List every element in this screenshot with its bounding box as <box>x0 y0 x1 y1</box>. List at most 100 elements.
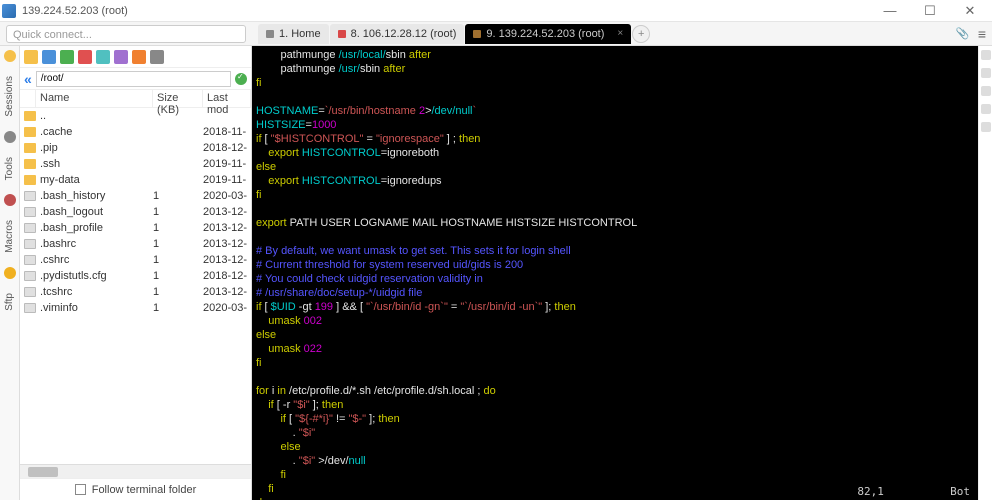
download-icon[interactable] <box>60 50 74 64</box>
tools-icon[interactable] <box>4 131 16 143</box>
sidetab-macros[interactable]: Macros <box>4 216 15 257</box>
file-date: 2020-03- <box>203 302 251 314</box>
folder-icon <box>24 127 36 137</box>
file-list[interactable]: ...cache2018-11-.pip2018-12-.ssh2019-11-… <box>20 108 251 464</box>
col-name[interactable]: Name <box>36 90 153 107</box>
tab-home[interactable]: 1. Home <box>258 24 329 44</box>
horizontal-scrollbar[interactable] <box>20 464 251 478</box>
edge-icon[interactable] <box>981 86 991 96</box>
edge-icon[interactable] <box>981 68 991 78</box>
file-name: .tcshrc <box>40 286 153 298</box>
file-row[interactable]: .ssh 2019-11- <box>20 156 251 172</box>
file-name: .ssh <box>40 158 153 170</box>
star-icon[interactable] <box>4 50 16 62</box>
file-name: .cache <box>40 126 153 138</box>
tab-close-icon[interactable]: × <box>617 28 623 39</box>
tab-session-8[interactable]: 8. 106.12.28.12 (root) <box>330 24 465 44</box>
scrollbar-thumb[interactable] <box>28 467 58 477</box>
file-row[interactable]: my-data2019-11- <box>20 172 251 188</box>
folder-icon <box>24 175 36 185</box>
file-icon <box>24 287 36 297</box>
file-name: .bash_profile <box>40 222 153 234</box>
new-tab-button[interactable]: + <box>632 25 650 43</box>
file-date: 2013-12- <box>203 222 251 234</box>
file-name: .bashrc <box>40 238 153 250</box>
file-size: 1 <box>153 254 203 266</box>
file-row[interactable]: .viminfo12020-03- <box>20 300 251 316</box>
file-name: .pip <box>40 142 153 154</box>
sftp-icon[interactable] <box>4 267 16 279</box>
sidetab-sftp[interactable]: Sftp <box>4 289 15 315</box>
file-row[interactable]: .bash_logout12013-12- <box>20 204 251 220</box>
file-date: 2018-11- <box>203 126 251 138</box>
file-row[interactable]: .bashrc12013-12- <box>20 236 251 252</box>
vim-status: 82,1 Bot <box>857 485 970 499</box>
sidetab-sessions[interactable]: Sessions <box>4 72 15 121</box>
file-row[interactable]: .cshrc12013-12- <box>20 252 251 268</box>
side-tool-tabs: Sessions Tools Macros Sftp <box>0 46 20 500</box>
edit-icon[interactable] <box>132 50 146 64</box>
delete-icon[interactable] <box>78 50 92 64</box>
col-size[interactable]: Size (KB) <box>153 90 203 107</box>
file-row[interactable]: .bash_history12020-03- <box>20 188 251 204</box>
path-row: « <box>20 68 251 90</box>
macros-icon[interactable] <box>4 194 16 206</box>
maximize-button[interactable]: ☐ <box>910 0 950 22</box>
minimize-button[interactable]: — <box>870 0 910 22</box>
file-size: 1 <box>153 222 203 234</box>
file-row[interactable]: .bash_profile12013-12- <box>20 220 251 236</box>
follow-checkbox[interactable] <box>75 484 86 495</box>
window-titlebar: 139.224.52.203 (root) — ☐ ✕ <box>0 0 992 22</box>
app-icon <box>2 4 16 18</box>
session-tabs: 1. Home 8. 106.12.28.12 (root) 9. 139.22… <box>258 24 952 44</box>
tab-session-9[interactable]: 9. 139.224.52.203 (root) × <box>465 24 631 44</box>
menu-icon[interactable]: ≡ <box>978 26 986 42</box>
file-name: my-data <box>40 174 153 186</box>
quick-connect-input[interactable]: Quick connect... <box>6 25 246 43</box>
file-row[interactable]: .. <box>20 108 251 124</box>
follow-terminal-row[interactable]: Follow terminal folder <box>20 478 251 500</box>
file-size: 1 <box>153 238 203 250</box>
folder-icon[interactable] <box>24 50 38 64</box>
edge-icon[interactable] <box>981 104 991 114</box>
terminal-output[interactable]: pathmunge /usr/local/sbin after pathmung… <box>252 46 978 500</box>
newfolder-icon[interactable] <box>96 50 110 64</box>
file-name: .cshrc <box>40 254 153 266</box>
folder-icon <box>24 159 36 169</box>
file-date: 2013-12- <box>203 286 251 298</box>
file-row[interactable]: .cache 2018-11- <box>20 124 251 140</box>
edge-icon[interactable] <box>981 122 991 132</box>
refresh-icon[interactable] <box>114 50 128 64</box>
upload-icon[interactable] <box>42 50 56 64</box>
file-icon <box>24 255 36 265</box>
folder-icon <box>24 143 36 153</box>
attachment-icon[interactable]: 📎 <box>956 27 970 41</box>
tab-label: 1. Home <box>279 28 321 40</box>
file-row[interactable]: .pip2018-12- <box>20 140 251 156</box>
sftp-panel: « Name Size (KB) Last mod .. .cache 2018-1… <box>20 46 252 500</box>
file-size: 1 <box>153 270 203 282</box>
settings-icon[interactable] <box>150 50 164 64</box>
file-name: .bash_logout <box>40 206 153 218</box>
file-name: .bash_history <box>40 190 153 202</box>
tab-label: 9. 139.224.52.203 (root) <box>486 28 604 40</box>
file-date: 2020-03- <box>203 190 251 202</box>
edge-icon[interactable] <box>981 50 991 60</box>
path-input[interactable] <box>36 71 231 87</box>
file-row[interactable]: .pydistutls.cfg12018-12- <box>20 268 251 284</box>
file-name: .viminfo <box>40 302 153 314</box>
file-icon <box>24 191 36 201</box>
file-date: 2019-11- <box>203 158 251 170</box>
file-date: 2013-12- <box>203 254 251 266</box>
col-date[interactable]: Last mod <box>203 90 251 107</box>
sidetab-tools[interactable]: Tools <box>4 153 15 184</box>
close-button[interactable]: ✕ <box>950 0 990 22</box>
sftp-toolbar <box>20 46 251 68</box>
file-icon <box>24 271 36 281</box>
top-strip: Quick connect... 1. Home 8. 106.12.28.12… <box>0 22 992 46</box>
file-row[interactable]: .tcshrc12013-12- <box>20 284 251 300</box>
file-date: 2018-12- <box>203 270 251 282</box>
file-size: 1 <box>153 302 203 314</box>
back-arrow-icon[interactable]: « <box>24 71 32 87</box>
path-ok-icon <box>235 73 247 85</box>
